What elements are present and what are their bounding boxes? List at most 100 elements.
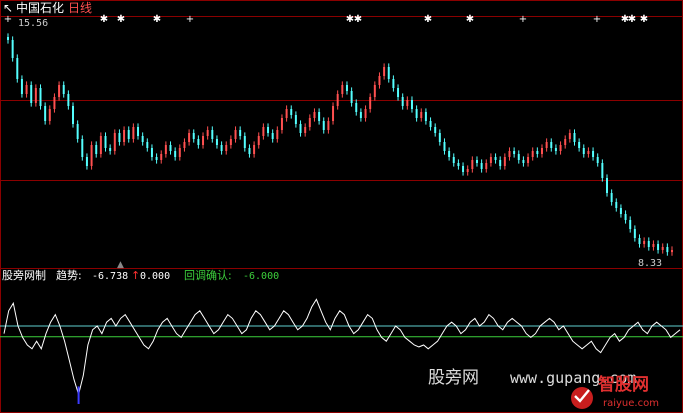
candle-body <box>285 109 288 118</box>
period-label[interactable]: 日线 <box>68 1 92 15</box>
signal-markers: ✱ ✱ ✱ + ✱ ✱ ✱ ✱ + + ✱✱ ✱+ <box>4 14 648 25</box>
candle-body <box>7 37 9 40</box>
candle-body <box>197 139 200 145</box>
candle-body <box>109 148 112 151</box>
chart-frame <box>0 0 683 413</box>
star-marker-icon: ✱ <box>100 14 108 25</box>
candle-body <box>517 154 520 160</box>
candle-body <box>471 160 474 169</box>
candle-body <box>20 79 23 94</box>
candle-body <box>192 133 195 139</box>
star-marker-icon: ✱ <box>466 14 474 25</box>
candle-body <box>415 109 418 118</box>
candle-body <box>150 148 153 157</box>
candle-body <box>234 130 237 139</box>
candle-body <box>104 136 107 148</box>
candle-body <box>462 166 465 172</box>
candle-body <box>536 151 539 154</box>
candle-body <box>610 193 613 202</box>
high-price-label: 15.56 <box>18 18 48 29</box>
back-arrow-icon[interactable]: ↖ <box>3 1 13 15</box>
candle-body <box>410 100 413 109</box>
candle-body <box>652 244 655 247</box>
cursor-triangle-icon: ▲ <box>117 260 124 270</box>
candle-body <box>313 112 316 118</box>
candle-body <box>638 238 641 244</box>
stock-name: 中国石化 <box>16 0 64 15</box>
candle-body <box>527 157 530 163</box>
candle-body <box>369 97 372 109</box>
candle-body <box>132 127 135 139</box>
candle-body <box>25 85 28 94</box>
candle-body <box>299 124 302 133</box>
candle-body <box>350 91 353 103</box>
candle-body <box>624 214 627 220</box>
trend-value: -6.738 <box>92 271 128 282</box>
confirm-label: 回调确认: <box>184 269 232 282</box>
candle-body <box>596 157 599 163</box>
candle-body <box>508 151 511 157</box>
candle-body <box>164 145 167 154</box>
watermark-site-cn: 股旁网 <box>428 368 479 388</box>
candle-body <box>457 163 460 166</box>
candle-body <box>211 130 214 139</box>
candle-body <box>485 163 488 169</box>
candle-body <box>95 145 98 154</box>
candle-body <box>308 118 311 127</box>
candle-body <box>489 157 492 163</box>
candle-body <box>81 139 84 157</box>
candle-body <box>503 157 506 166</box>
candle-body <box>62 85 65 94</box>
candle-body <box>661 247 664 250</box>
candle-body <box>239 130 242 136</box>
brand-logo-icon <box>571 387 593 409</box>
candle-body <box>647 241 650 247</box>
candle-body <box>30 85 33 103</box>
candle-body <box>183 142 186 148</box>
candle-body <box>615 202 618 208</box>
watermark-brand-url: raiyue.com <box>603 398 659 409</box>
candle-body <box>383 67 386 76</box>
cross-marker-icon: + <box>186 14 194 25</box>
candle-body <box>72 106 75 124</box>
candle-body <box>578 142 581 148</box>
star-marker-icon: ✱ <box>354 14 362 25</box>
price-candles <box>7 33 673 256</box>
cross-marker-icon: + <box>4 14 12 25</box>
candle-body <box>378 76 381 85</box>
candle-body <box>513 151 516 154</box>
candle-body <box>257 136 260 145</box>
frame-border <box>0 0 683 413</box>
chart-grid <box>0 16 683 181</box>
candle-body <box>318 112 321 121</box>
cross-marker-icon: + <box>519 14 527 25</box>
candle-body <box>466 169 469 172</box>
candle-body <box>434 127 437 133</box>
candle-body <box>39 88 42 106</box>
candle-body <box>290 109 293 115</box>
candle-body <box>85 157 88 166</box>
candle-body <box>605 178 608 193</box>
cross-marker-icon: + <box>593 14 601 25</box>
candle-body <box>262 127 265 136</box>
candle-body <box>424 112 427 121</box>
candle-body <box>540 148 543 154</box>
candle-body <box>587 151 590 154</box>
candle-body <box>220 145 223 151</box>
candle-body <box>67 94 70 106</box>
candle-body <box>438 133 441 142</box>
candle-body <box>443 142 446 151</box>
candle-body <box>53 97 56 109</box>
candle-body <box>550 142 553 148</box>
candle-body <box>276 130 279 139</box>
stock-chart: ✱ ✱ ✱ + ✱ ✱ ✱ ✱ + + ✱✱ ✱+ ↖ 中国石化 日线 15.56 8.33 股旁网制… <box>0 0 683 413</box>
candle-body <box>160 154 163 160</box>
candle-body <box>178 148 181 157</box>
candle-body <box>16 58 19 79</box>
candle-body <box>494 157 497 160</box>
candle-body <box>452 157 455 163</box>
star-marker-icon: ✱ <box>153 14 161 25</box>
candle-body <box>480 163 483 169</box>
candle-body <box>475 160 478 163</box>
candle-body <box>592 151 595 157</box>
